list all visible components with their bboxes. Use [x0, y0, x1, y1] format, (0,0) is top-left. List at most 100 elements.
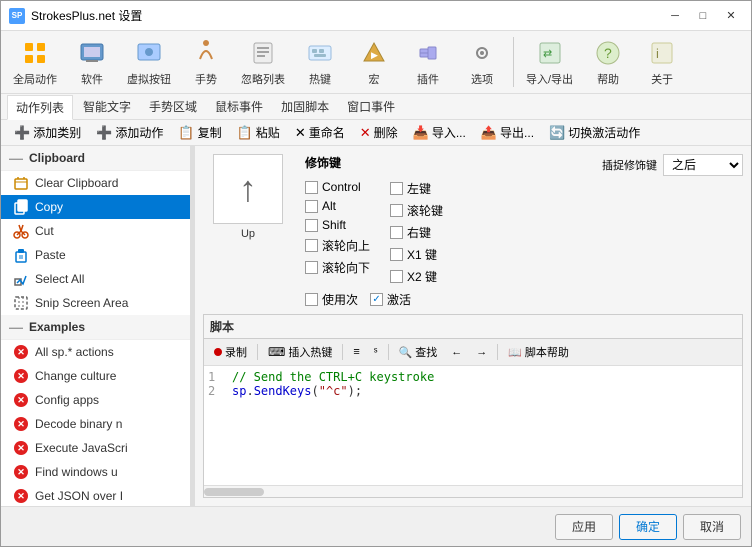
ok-button[interactable]: 确定 [619, 514, 677, 540]
parens-close: ); [348, 384, 362, 398]
toolbar-ignore-list[interactable]: 忽略列表 [235, 35, 291, 89]
toolbar-global-actions[interactable]: 全局动作 [7, 35, 63, 89]
tab-window-events[interactable]: 窗口事件 [339, 95, 403, 118]
list-item-decode-binary[interactable]: ✕ Decode binary n [1, 412, 190, 436]
snip-icon [13, 295, 29, 311]
modifier-right-key[interactable]: 右键 [390, 224, 443, 241]
toolbar-virtual-btn[interactable]: 虚拟按钮 [121, 35, 177, 89]
modifier-scroll-down[interactable]: 滚轮向下 [305, 259, 370, 276]
list-item-get-json[interactable]: ✕ Get JSON over I [1, 484, 190, 506]
minimize-button[interactable]: ─ [663, 6, 687, 26]
modifiers-columns: Control Alt Shift [305, 180, 743, 285]
list-item-all-sp[interactable]: ✕ All sp.* actions [1, 340, 190, 364]
tab-addon-script[interactable]: 加固脚本 [273, 95, 337, 118]
tab-mouse-events[interactable]: 鼠标事件 [207, 95, 271, 118]
right-key-checkbox[interactable] [390, 226, 403, 239]
tab-smart-text[interactable]: 智能文字 [75, 95, 139, 118]
copy-action-button[interactable]: 📋 复制 [171, 121, 228, 144]
left-panel-inner: — Clipboard Clear Clipboard Copy [1, 146, 190, 506]
maximize-button[interactable]: □ [691, 6, 715, 26]
modifier-left-key[interactable]: 左键 [390, 180, 443, 197]
x1-key-checkbox[interactable] [390, 248, 403, 261]
apply-button[interactable]: 应用 [555, 514, 613, 540]
modifier-x2-key[interactable]: X2 键 [390, 268, 443, 285]
toolbar-gesture[interactable]: 手势 [181, 35, 231, 89]
toolbar-plugin[interactable]: 插件 [403, 35, 453, 89]
rename-button[interactable]: ✕ 重命名 [288, 121, 352, 144]
x2-key-checkbox[interactable] [390, 270, 403, 283]
paste-action-button[interactable]: 📋 粘贴 [230, 121, 287, 144]
paste-label: Paste [35, 248, 66, 262]
back-button[interactable]: ← [445, 343, 468, 361]
alt-checkbox[interactable] [305, 200, 318, 213]
add-action-button[interactable]: ➕ 添加动作 [89, 121, 170, 144]
toolbar-macro[interactable]: ▶ 宏 [349, 35, 399, 89]
export-button[interactable]: 📤 导出... [474, 121, 541, 144]
control-checkbox[interactable] [305, 181, 318, 194]
forward-button[interactable]: → [470, 343, 493, 361]
import-button[interactable]: 📥 导入... [406, 121, 473, 144]
examples-section-header: — Examples [1, 315, 190, 340]
lint-button[interactable]: ˢ [368, 343, 384, 361]
line-num-1: 1 [208, 370, 224, 384]
cancel-button[interactable]: 取消 [683, 514, 741, 540]
list-item-find-windows[interactable]: ✕ Find windows u [1, 460, 190, 484]
modifier-x1-key[interactable]: X1 键 [390, 246, 443, 263]
scroll-up-label: 滚轮向上 [322, 237, 370, 254]
modifier-control[interactable]: Control [305, 180, 370, 194]
help-icon: ? [592, 37, 624, 69]
left-key-checkbox[interactable] [390, 182, 403, 195]
toolbar-software[interactable]: 软件 [67, 35, 117, 89]
list-item-change-culture[interactable]: ✕ Change culture [1, 364, 190, 388]
toolbar-software-label: 软件 [81, 71, 103, 87]
tab-action-list[interactable]: 动作列表 [7, 95, 73, 120]
plugin-icon [412, 37, 444, 69]
search-icon: 🔍 [399, 346, 413, 359]
scroll-wheel-checkbox[interactable] [390, 204, 403, 217]
activate-checkbox[interactable] [370, 293, 383, 306]
record-button[interactable]: 录制 [208, 341, 253, 363]
script-scrollbar-thumb[interactable] [204, 488, 264, 496]
script-help-button[interactable]: 📖 脚本帮助 [502, 341, 575, 363]
close-button[interactable]: ✕ [719, 6, 743, 26]
insert-hotkey-button[interactable]: ⌨ 插入热键 [262, 341, 338, 363]
after-dropdown[interactable]: 之后 [663, 154, 743, 176]
script-editor[interactable]: 1 // Send the CTRL+C keystroke 2 sp.Send… [204, 366, 742, 485]
toolbar-options[interactable]: 选项 [457, 35, 507, 89]
paste-icon [13, 247, 29, 263]
hotkeys-icon [304, 37, 336, 69]
tab-gesture-area[interactable]: 手势区域 [141, 95, 205, 118]
use-next-row[interactable]: 使用次 [305, 291, 358, 308]
list-item-snip[interactable]: Snip Screen Area [1, 291, 190, 315]
list-item-config-apps[interactable]: ✕ Config apps [1, 388, 190, 412]
delete-button[interactable]: ✕ 删除 [353, 121, 405, 144]
script-line-1: 1 // Send the CTRL+C keystroke [208, 370, 738, 384]
toolbar-import-export[interactable]: ⇄ 导入/导出 [520, 35, 579, 89]
script-scrollbar[interactable] [204, 485, 742, 497]
format-button[interactable]: ≡ [347, 343, 365, 361]
switch-action-button[interactable]: 🔄 切换激活动作 [542, 121, 647, 144]
modifier-scroll-wheel[interactable]: 滚轮键 [390, 202, 443, 219]
toolbar-help[interactable]: ? 帮助 [583, 35, 633, 89]
paste-action-icon: 📋 [237, 125, 253, 141]
main-window: SP StrokesPlus.net 设置 ─ □ ✕ 全局动作 软件 [0, 0, 752, 547]
modifier-alt[interactable]: Alt [305, 199, 370, 213]
bottom-bar: 应用 确定 取消 [1, 506, 751, 546]
toolbar-about[interactable]: i 关于 [637, 35, 687, 89]
list-item-execute-js[interactable]: ✕ Execute JavaScri [1, 436, 190, 460]
list-item-paste[interactable]: Paste [1, 243, 190, 267]
list-item-cut[interactable]: Cut [1, 219, 190, 243]
list-item-select-all[interactable]: Select All [1, 267, 190, 291]
modifier-shift[interactable]: Shift [305, 218, 370, 232]
activate-row[interactable]: 激活 [370, 291, 411, 308]
toolbar-hotkeys[interactable]: 热键 [295, 35, 345, 89]
add-type-button[interactable]: ➕ 添加类别 [7, 121, 88, 144]
search-button[interactable]: 🔍 查找 [393, 341, 444, 363]
list-item-clear-clipboard[interactable]: Clear Clipboard [1, 171, 190, 195]
list-item-copy[interactable]: Copy [1, 195, 190, 219]
shift-checkbox[interactable] [305, 219, 318, 232]
use-next-checkbox[interactable] [305, 293, 318, 306]
modifier-scroll-up[interactable]: 滚轮向上 [305, 237, 370, 254]
scroll-down-checkbox[interactable] [305, 261, 318, 274]
scroll-up-checkbox[interactable] [305, 239, 318, 252]
